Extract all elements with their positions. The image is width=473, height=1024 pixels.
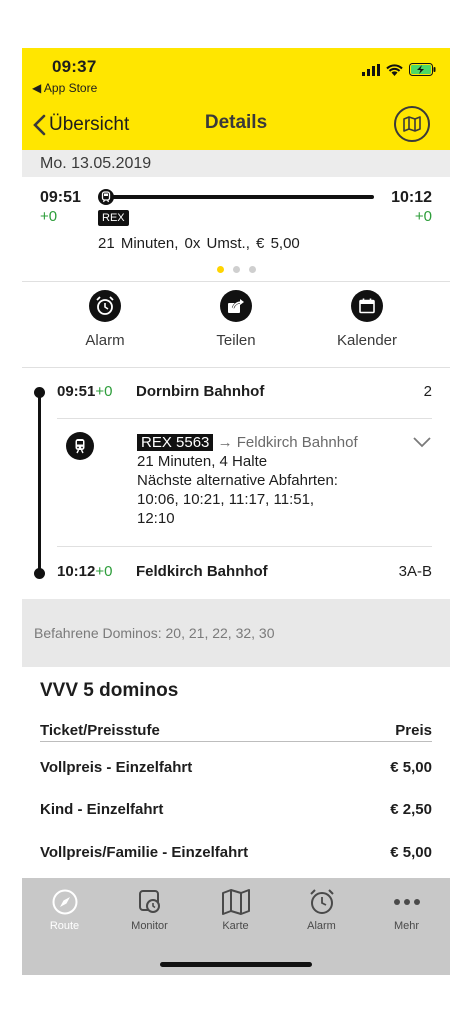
share-button[interactable]: Teilen: [186, 290, 286, 349]
train-icon: [98, 189, 114, 205]
page-dot: [248, 266, 256, 273]
action-row: Alarm Teilen Kalender: [22, 281, 450, 368]
tab-alarm[interactable]: Alarm: [279, 888, 364, 932]
leg-details[interactable]: REX 5563 → Feldkirch Bahnhof 21 Minuten,…: [137, 433, 397, 528]
back-button-label: Übersicht: [49, 114, 130, 135]
route-line: [112, 195, 374, 199]
timeline-end-dot: [34, 568, 45, 579]
col-ticket: Ticket/Preisstufe: [40, 722, 160, 739]
trip-summary-text: 21 Minuten, 0x Umst., € 5,00: [98, 235, 300, 252]
ticket-price: € 5,00: [390, 844, 432, 861]
map-icon: [403, 116, 421, 132]
table-row: Vollpreis - Einzelfahrt € 5,00: [40, 759, 432, 779]
price-table-header: Ticket/Preisstufe Preis: [40, 722, 432, 742]
connection-summary[interactable]: 09:51 +0 10:12 +0 REX 21 Minuten, 0x Ums…: [22, 177, 450, 281]
ticket-price: € 5,00: [390, 759, 432, 776]
arrival-delay: +0: [414, 208, 432, 225]
ticket-name: Vollpreis/Familie - Einzelfahrt: [40, 844, 249, 861]
destination-name: Feldkirch Bahnhof: [136, 563, 268, 580]
tab-mehr[interactable]: Mehr: [364, 888, 449, 932]
page-dot: [232, 266, 240, 273]
divider: [57, 418, 432, 419]
origin-delay: +0: [95, 383, 113, 400]
origin-time: 09:51: [57, 383, 96, 400]
home-indicator[interactable]: [160, 962, 312, 967]
tab-karte-label: Karte: [222, 920, 249, 932]
calendar-label: Kalender: [336, 332, 398, 349]
share-icon: [220, 290, 252, 322]
signal-icon: [362, 63, 380, 76]
dominos-info: Befahrene Dominos: 20, 21, 22, 32, 30: [22, 599, 450, 667]
share-label: Teilen: [216, 332, 256, 349]
tab-bar: Route Monitor Karte Alarm Mehr: [22, 878, 450, 975]
price-table: VVV 5 dominos Ticket/Preisstufe Preis Vo…: [22, 667, 450, 882]
departure-time: 09:51: [40, 189, 81, 206]
train-icon: [66, 432, 94, 460]
map-icon: [221, 889, 250, 915]
date-bar: Mo. 13.05.2019: [22, 150, 450, 177]
line-badge: REX 5563: [137, 434, 214, 451]
tab-route[interactable]: Route: [22, 888, 107, 932]
tab-route-label: Route: [49, 920, 80, 932]
table-row: Vollpreis/Familie - Einzelfahrt € 5,00: [40, 844, 432, 864]
origin-name: Dornbirn Bahnhof: [136, 383, 265, 400]
alarm-button[interactable]: Alarm: [55, 290, 155, 349]
status-icons: [362, 63, 436, 76]
timeline-line: [38, 392, 41, 574]
origin-platform: 2: [423, 383, 432, 400]
chevron-left-icon: [33, 114, 46, 136]
arrival-time: 10:12: [391, 189, 432, 206]
leg-duration: 21 Minuten, 4 Halte: [137, 453, 268, 470]
table-row: Kind - Einzelfahrt € 2,50: [40, 801, 432, 821]
calendar-icon: [351, 290, 383, 322]
calendar-button[interactable]: Kalender: [317, 290, 417, 349]
tab-monitor[interactable]: Monitor: [107, 888, 192, 932]
tab-mehr-label: Mehr: [393, 920, 420, 932]
monitor-clock-icon: [138, 890, 160, 913]
compass-icon: [52, 889, 77, 915]
back-to-app-store-link[interactable]: ◀ App Store: [32, 81, 97, 95]
back-button[interactable]: Übersicht: [32, 110, 129, 140]
leg-direction: → Feldkirch Bahnhof: [217, 434, 358, 451]
divider: [57, 546, 432, 547]
header-bar: 09:37 ◀ App Store Übersicht Details: [22, 48, 450, 150]
map-button[interactable]: [394, 106, 430, 142]
battery-charging-icon: [409, 63, 436, 76]
wifi-icon: [386, 63, 403, 76]
alternatives-times: 10:06, 10:21, 11:17, 11:51,: [137, 491, 315, 508]
alarm-clock-icon: [309, 889, 334, 914]
chevron-down-icon[interactable]: [412, 436, 432, 448]
destination-delay: +0: [95, 563, 113, 580]
origin-stop-row[interactable]: 09:51+0 Dornbirn Bahnhof 2: [57, 383, 432, 403]
train-type-badge: REX: [98, 210, 129, 226]
ticket-price: € 2,50: [390, 801, 432, 818]
itinerary: 09:51+0 Dornbirn Bahnhof 2 REX 5563 → Fe…: [22, 368, 450, 599]
alternatives-title: Nächste alternative Abfahrten:: [137, 472, 338, 489]
destination-time: 10:12: [57, 563, 96, 580]
col-price: Preis: [395, 722, 432, 739]
page-indicator[interactable]: [22, 266, 450, 273]
status-time: 09:37: [52, 57, 97, 76]
tab-monitor-label: Monitor: [131, 920, 168, 932]
tab-alarm-label: Alarm: [307, 920, 336, 932]
price-table-title: VVV 5 dominos: [40, 680, 179, 701]
page-dot-active: [216, 266, 224, 273]
destination-stop-row[interactable]: 10:12+0 Feldkirch Bahnhof 3A-B: [57, 563, 432, 583]
destination-platform: 3A-B: [398, 563, 432, 580]
departure-delay: +0: [40, 208, 58, 225]
alternatives-times-2: 12:10: [137, 510, 175, 527]
screen: 09:37 ◀ App Store Übersicht Details Mo. …: [22, 48, 450, 975]
tab-karte[interactable]: Karte: [193, 888, 278, 932]
timeline-start-dot: [34, 387, 45, 398]
ticket-name: Vollpreis - Einzelfahrt: [40, 759, 193, 776]
ticket-name: Kind - Einzelfahrt: [40, 801, 164, 818]
more-dots-icon: [393, 899, 420, 905]
alarm-label: Alarm: [85, 332, 125, 349]
alarm-clock-icon: [89, 290, 121, 322]
